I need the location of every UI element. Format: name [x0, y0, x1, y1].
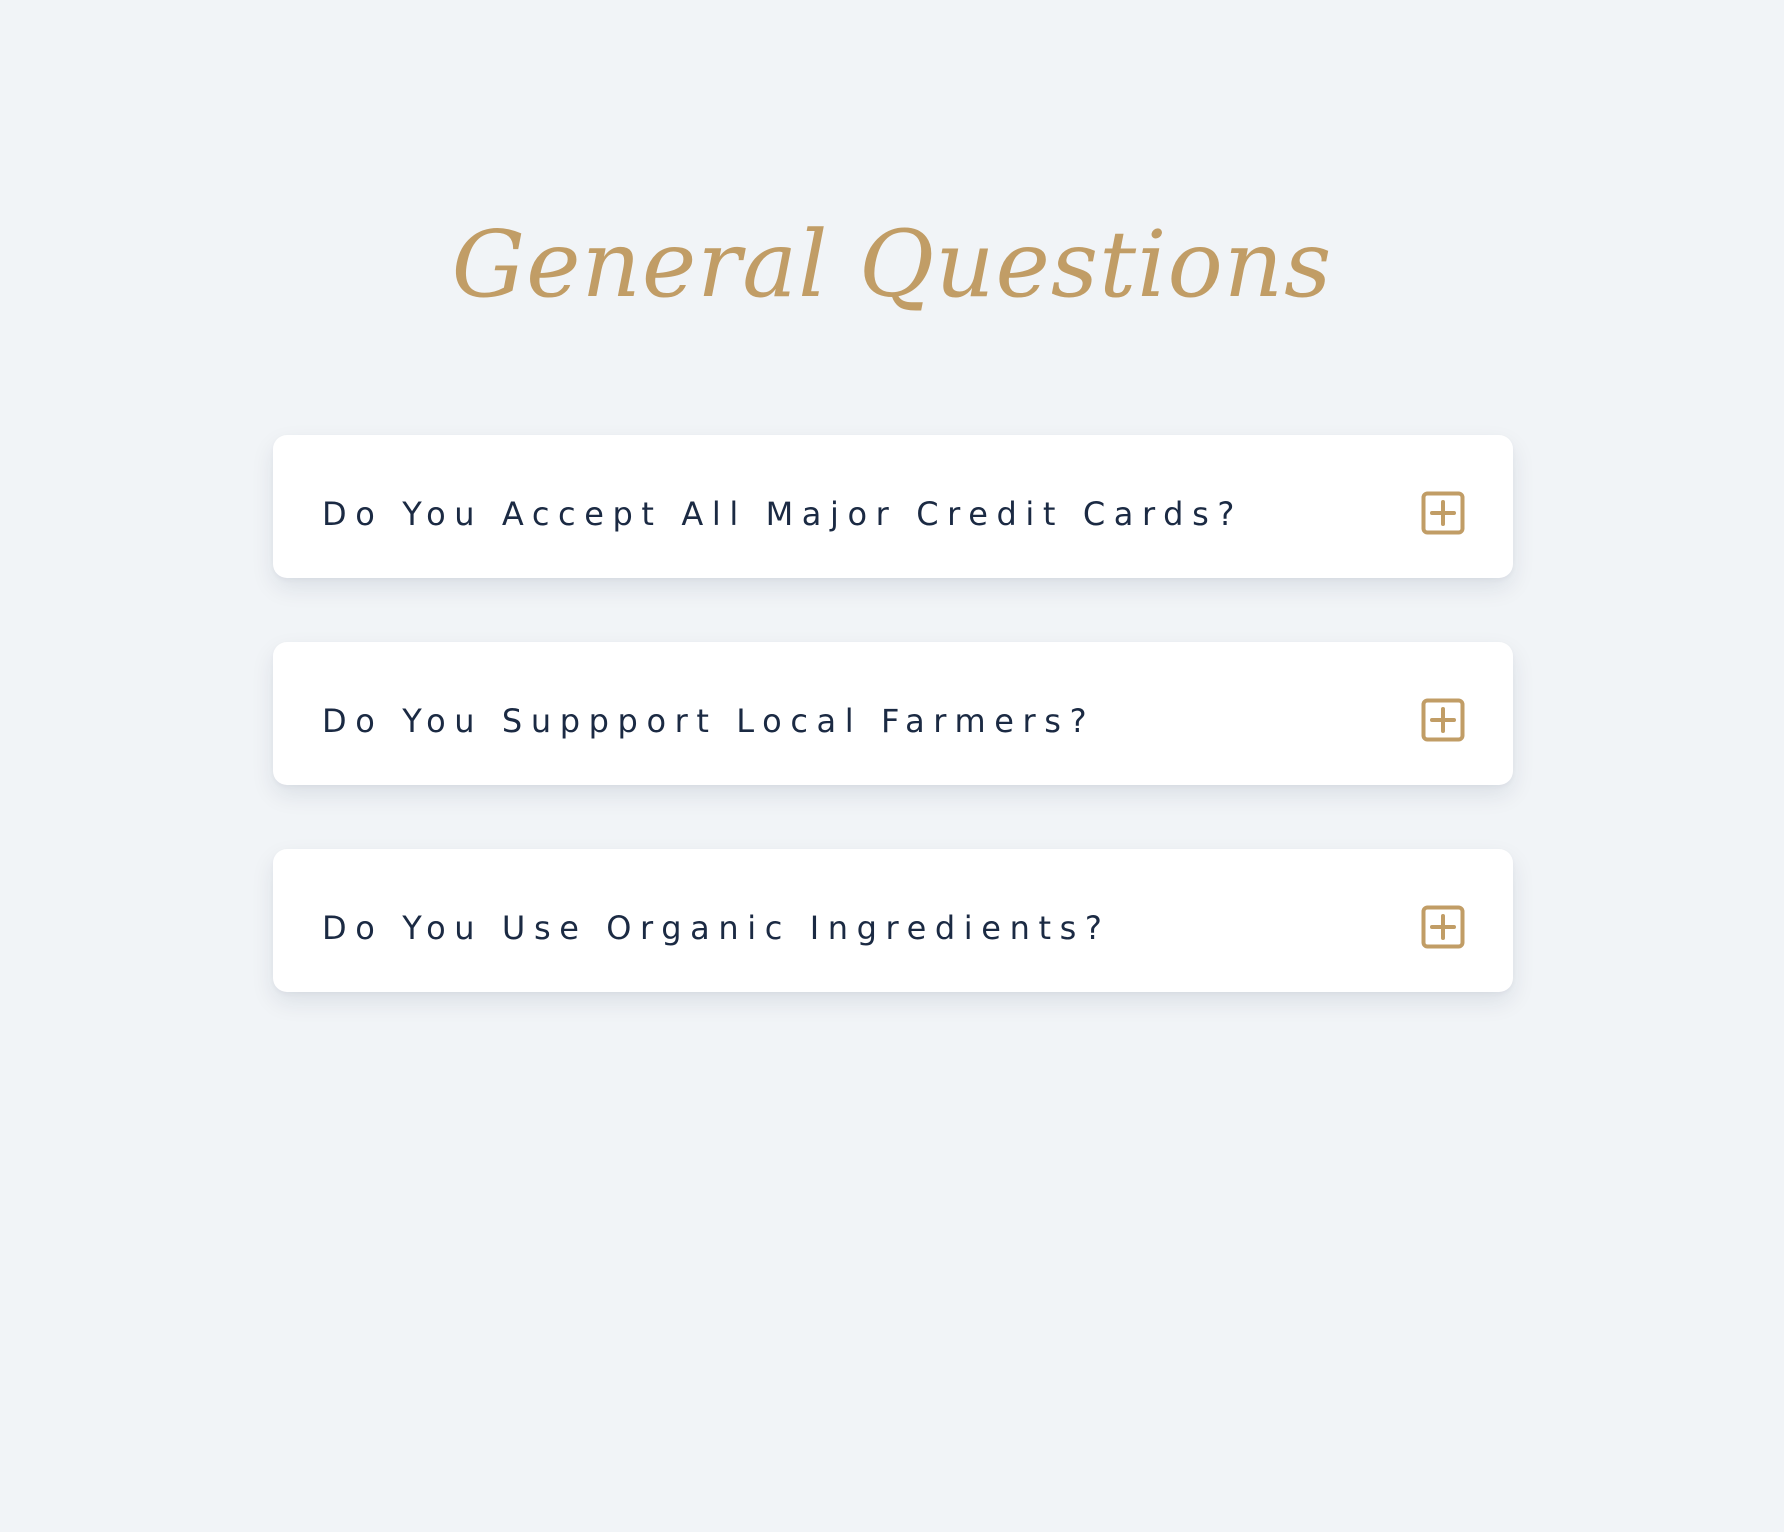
page-title: General Questions [451, 211, 1333, 318]
faq-item[interactable]: Do You Suppport Local Farmers? [273, 642, 1513, 785]
plus-square-icon[interactable] [1421, 491, 1465, 535]
faq-question: Do You Use Organic Ingredients? [322, 909, 1111, 947]
faq-page: General Questions Do You Accept All Majo… [0, 0, 1784, 1532]
faq-item[interactable]: Do You Use Organic Ingredients? [273, 849, 1513, 992]
faq-list: Do You Accept All Major Credit Cards? Do… [273, 435, 1513, 1056]
faq-item[interactable]: Do You Accept All Major Credit Cards? [273, 435, 1513, 578]
faq-question: Do You Suppport Local Farmers? [322, 702, 1096, 740]
plus-square-icon[interactable] [1421, 905, 1465, 949]
faq-question: Do You Accept All Major Credit Cards? [322, 495, 1243, 533]
plus-square-icon[interactable] [1421, 698, 1465, 742]
